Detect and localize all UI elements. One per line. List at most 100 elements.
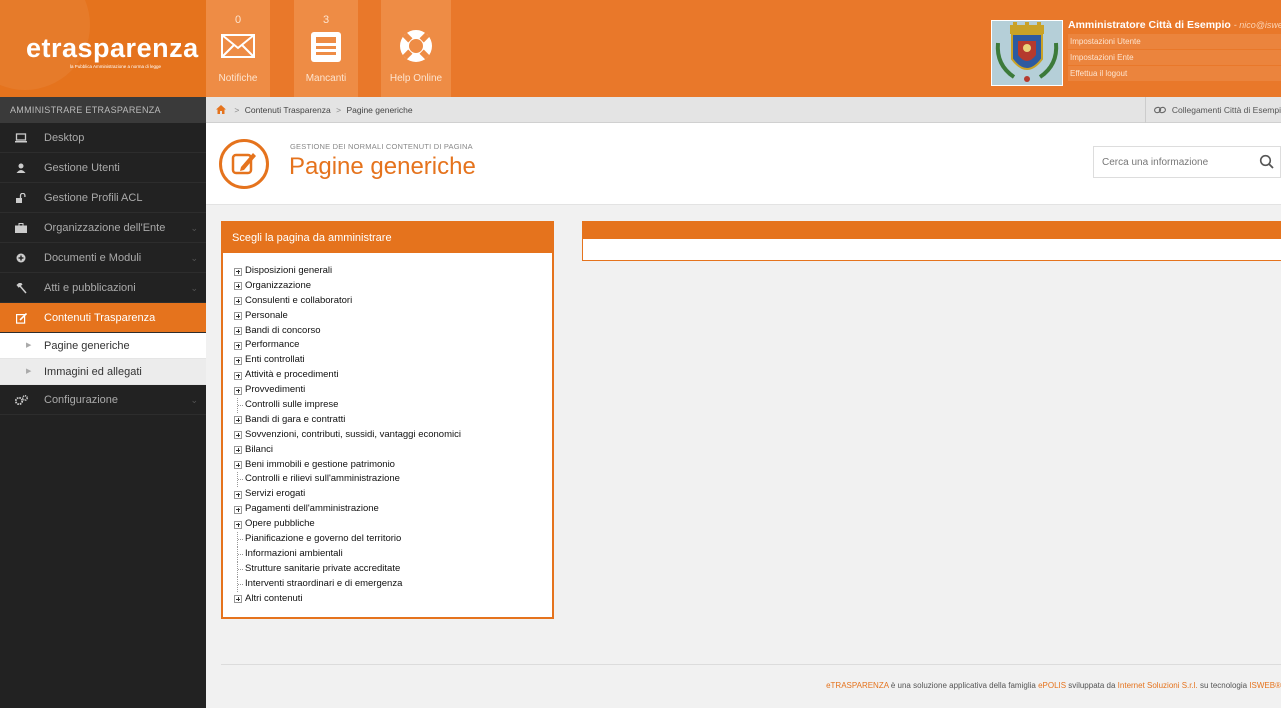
footer-brand-link[interactable]: eTRASPARENZA [826, 681, 889, 690]
user-settings-link[interactable]: Impostazioni Utente [1068, 34, 1281, 49]
tree-item[interactable]: Performance [234, 338, 552, 353]
sidebar-item-organizzazione[interactable]: Organizzazione dell'Ente ⌄ [0, 213, 206, 243]
help-online-button[interactable]: Help Online [381, 0, 451, 97]
tree-item[interactable]: Altri contenuti [234, 592, 552, 607]
footer-company-link[interactable]: Internet Soluzioni S.r.l. [1118, 681, 1198, 690]
expand-icon[interactable] [234, 297, 242, 306]
sidebar-item-gestione-profili-acl[interactable]: Gestione Profili ACL [0, 183, 206, 213]
tree-item[interactable]: Servizi erogati [234, 487, 552, 502]
expand-icon[interactable] [234, 505, 242, 514]
tree-item[interactable]: Strutture sanitarie private accreditate [234, 561, 552, 577]
expand-icon[interactable] [234, 446, 242, 455]
search-icon[interactable] [1258, 153, 1276, 171]
expand-icon[interactable] [234, 327, 242, 336]
breadcrumb-item[interactable]: Contenuti Trasparenza [245, 105, 331, 115]
footer-tech-link[interactable]: ISWEB® [1249, 681, 1281, 690]
tree-item[interactable]: Bilanci [234, 443, 552, 458]
tree-item[interactable]: Personale [234, 309, 552, 324]
tree-item-label[interactable]: Beni immobili e gestione patrimonio [245, 459, 395, 470]
tree-item[interactable]: Consulenti e collaboratori [234, 294, 552, 309]
expand-icon[interactable] [234, 356, 242, 365]
home-icon[interactable] [216, 105, 228, 115]
expand-icon[interactable] [234, 312, 242, 321]
tree-item-label[interactable]: Servizi erogati [245, 488, 305, 499]
tree-item[interactable]: Pianificazione e governo del territorio [234, 532, 552, 548]
tree-item[interactable]: Pagamenti dell'amministrazione [234, 502, 552, 517]
notifications-button[interactable]: 0 Notifiche [206, 0, 270, 97]
sidebar-item-configurazione[interactable]: Configurazione ⌄ [0, 385, 206, 415]
tree-item[interactable]: Beni immobili e gestione patrimonio [234, 458, 552, 473]
expand-icon[interactable] [234, 371, 242, 380]
expand-icon[interactable] [234, 267, 242, 276]
logo[interactable]: etrasparenza la Pubblica Amministrazione… [0, 0, 206, 97]
tree-item-label[interactable]: Bilanci [245, 444, 273, 455]
links-dropdown[interactable]: Collegamenti Città di Esempi [1145, 97, 1281, 123]
expand-icon[interactable] [234, 490, 242, 499]
tree-item[interactable]: Organizzazione [234, 279, 552, 294]
tree-item-label[interactable]: Sovvenzioni, contributi, sussidi, vantag… [245, 429, 461, 440]
tree-connector-icon [237, 398, 243, 414]
tree-item-label[interactable]: Bandi di concorso [245, 325, 321, 336]
sidebar-item-label: Atti e pubblicazioni [44, 282, 136, 294]
tree-item-label[interactable]: Performance [245, 339, 299, 350]
tree-item[interactable]: Interventi straordinari e di emergenza [234, 576, 552, 592]
tree-item[interactable]: Controlli e rilievi sull'amministrazione [234, 472, 552, 488]
expand-icon[interactable] [234, 520, 242, 529]
expand-icon[interactable] [234, 282, 242, 291]
expand-icon[interactable] [234, 416, 242, 425]
help-label: Help Online [389, 73, 443, 84]
tree-item[interactable]: Sovvenzioni, contributi, sussidi, vantag… [234, 428, 552, 443]
tree-item-label[interactable]: Controlli e rilievi sull'amministrazione [245, 473, 400, 484]
tree-item[interactable]: Controlli sulle imprese [234, 398, 552, 414]
sidebar-item-gestione-utenti[interactable]: Gestione Utenti [0, 153, 206, 183]
tree-item[interactable]: Opere pubbliche [234, 517, 552, 532]
footer-divider [221, 664, 1281, 665]
entity-settings-link[interactable]: Impostazioni Ente [1068, 50, 1281, 65]
sidebar-item-documenti-moduli[interactable]: Documenti e Moduli ⌄ [0, 243, 206, 273]
tree-item-label[interactable]: Enti controllati [245, 354, 305, 365]
logout-link[interactable]: Effettua il logout [1068, 66, 1281, 81]
tree-item[interactable]: Attività e procedimenti [234, 368, 552, 383]
tree-item-label[interactable]: Controlli sulle imprese [245, 399, 338, 410]
sidebar-item-desktop[interactable]: Desktop [0, 123, 206, 153]
tree-panel-heading: Scegli la pagina da amministrare [223, 223, 552, 253]
tree-item[interactable]: Provvedimenti [234, 383, 552, 398]
document-list-icon [311, 32, 341, 62]
tree-item-label[interactable]: Provvedimenti [245, 384, 305, 395]
tree-item[interactable]: Bandi di gara e contratti [234, 413, 552, 428]
sidebar-subitem-immagini-allegati[interactable]: ▶ Immagini ed allegati [0, 359, 206, 385]
tree-item-label[interactable]: Altri contenuti [245, 593, 303, 604]
search-input[interactable] [1094, 147, 1244, 177]
tree-item-label[interactable]: Personale [245, 310, 288, 321]
tree-item-label[interactable]: Disposizioni generali [245, 265, 332, 276]
tree-item-label[interactable]: Bandi di gara e contratti [245, 414, 345, 425]
gavel-icon [13, 273, 29, 303]
tree-item-label[interactable]: Opere pubbliche [245, 518, 315, 529]
expand-icon[interactable] [234, 461, 242, 470]
tree-item-label[interactable]: Pagamenti dell'amministrazione [245, 503, 379, 514]
tree-item[interactable]: Disposizioni generali [234, 264, 552, 279]
tree-item[interactable]: Informazioni ambientali [234, 546, 552, 562]
sidebar-item-contenuti-trasparenza[interactable]: Contenuti Trasparenza [0, 303, 206, 333]
sidebar-subitem-pagine-generiche[interactable]: ▶ Pagine generiche [0, 333, 206, 359]
tree-item-label[interactable]: Consulenti e collaboratori [245, 295, 352, 306]
tree-item-label[interactable]: Strutture sanitarie private accreditate [245, 563, 400, 574]
tree-item-label[interactable]: Informazioni ambientali [245, 548, 343, 559]
tree-item[interactable]: Bandi di concorso [234, 324, 552, 339]
tree-item-label[interactable]: Pianificazione e governo del territorio [245, 533, 401, 544]
missing-items-button[interactable]: 3 Mancanti [294, 0, 358, 97]
expand-icon[interactable] [234, 341, 242, 350]
expand-icon[interactable] [234, 431, 242, 440]
footer-family-link[interactable]: ePOLIS [1038, 681, 1066, 690]
expand-icon[interactable] [234, 386, 242, 395]
expand-icon[interactable] [234, 595, 242, 604]
sidebar-item-atti-pubblicazioni[interactable]: Atti e pubblicazioni ⌄ [0, 273, 206, 303]
tree-connector-icon [237, 472, 243, 488]
tree-connector-icon [237, 532, 243, 548]
tree-item-label[interactable]: Interventi straordinari e di emergenza [245, 578, 402, 589]
tree-item-label[interactable]: Attività e procedimenti [245, 369, 338, 380]
user-email: - nico@isweb. [1233, 20, 1281, 30]
user-name[interactable]: Amministratore Città di Esempio - nico@i… [1068, 18, 1281, 33]
tree-item-label[interactable]: Organizzazione [245, 280, 311, 291]
tree-item[interactable]: Enti controllati [234, 353, 552, 368]
